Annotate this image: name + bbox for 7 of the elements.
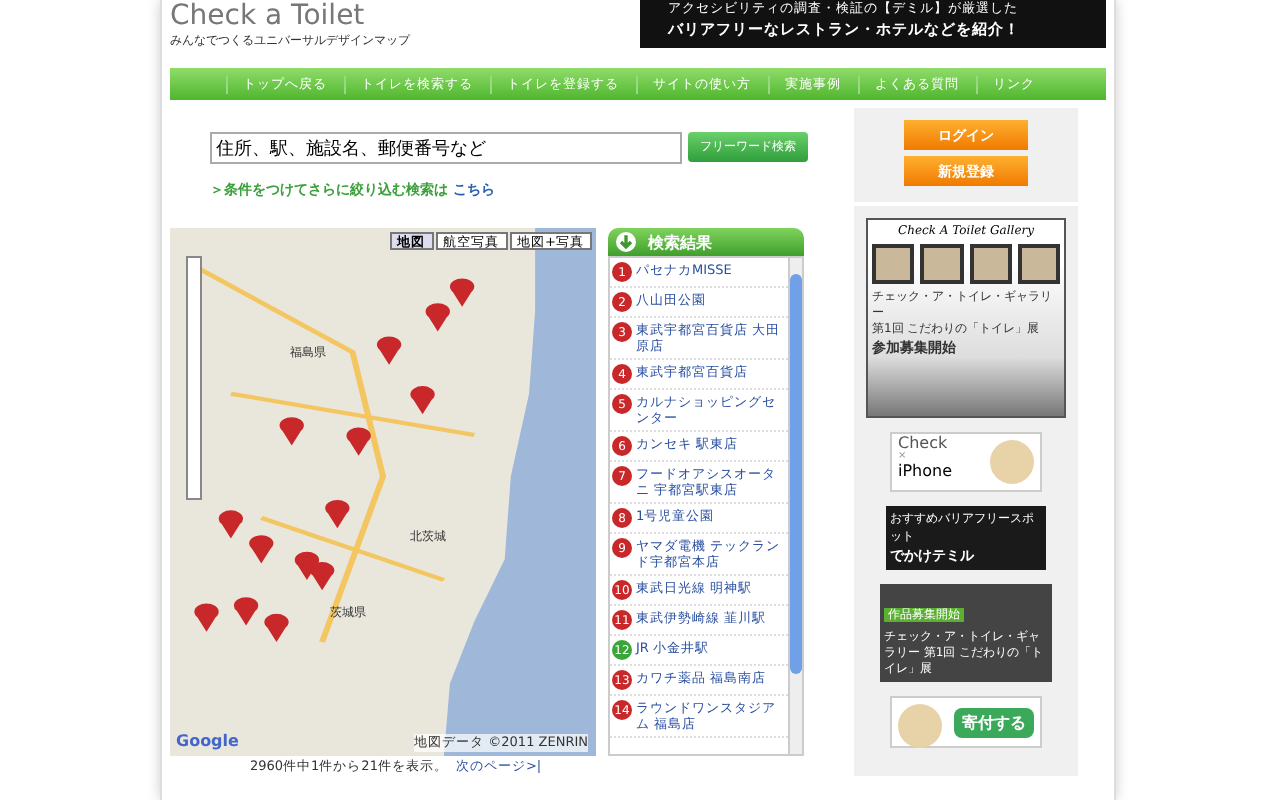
zoom-control[interactable]: [186, 256, 202, 500]
google-logo: Google: [176, 732, 239, 750]
down-arrow-icon: [616, 232, 636, 252]
results-title: 検索結果: [648, 231, 712, 253]
site-logo[interactable]: Check a Toilet: [170, 0, 410, 32]
search-field[interactable]: 住所、駅、施設名、郵便番号など: [210, 132, 682, 164]
scrollbar[interactable]: [788, 258, 802, 754]
